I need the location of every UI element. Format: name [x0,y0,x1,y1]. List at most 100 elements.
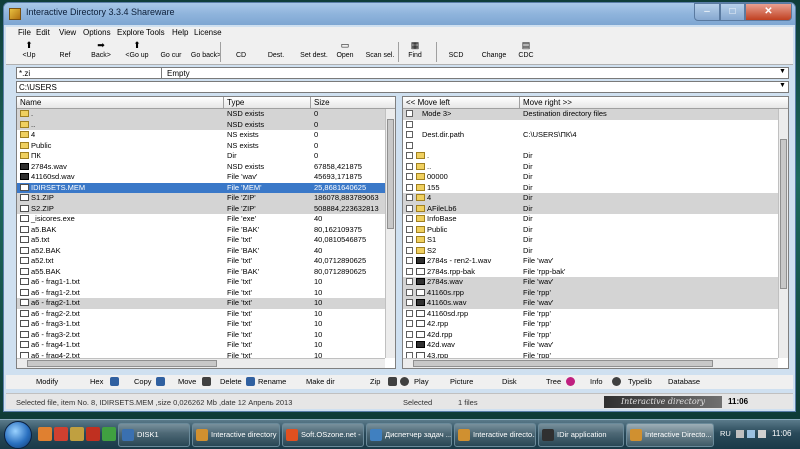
toolbar-button-8[interactable]: Set dest. [296,39,332,65]
mask-dropdown-icon[interactable]: ▼ [779,68,786,75]
column-header-name[interactable]: Name [17,97,224,109]
row-checkbox[interactable] [406,341,413,348]
file-row[interactable]: a5.txt File 'txt' 40,0810546875 [17,235,395,246]
dest-file-row[interactable] [403,120,788,131]
func-make-dir-button[interactable]: Make dir [306,377,335,386]
row-checkbox[interactable] [406,194,413,201]
left-vertical-scrollbar[interactable] [385,109,395,358]
toolbar-button-0[interactable]: ⬆ <Up [14,39,44,65]
title-bar[interactable]: Interactive Directory 3.3.4 Shareware – … [4,3,795,25]
menu-file[interactable]: File [18,28,31,37]
row-checkbox[interactable] [406,215,413,222]
row-checkbox[interactable] [406,120,413,128]
row-checkbox[interactable] [406,330,413,338]
row-checkbox[interactable] [406,152,413,159]
quicklaunch-icon-3[interactable] [70,427,84,441]
file-row[interactable]: a6 - frag3-1.txt File 'txt' 10 [17,319,395,330]
func-info-button[interactable]: Info [590,377,603,386]
row-checkbox[interactable] [406,204,413,212]
func-typelib-button[interactable]: Typelib [628,377,652,386]
dest-file-row[interactable]: 155 Dir [403,183,788,194]
func-zip-button[interactable]: Zip [370,377,380,386]
file-row[interactable]: . NSD exists 0 [17,109,395,120]
taskbar-item[interactable]: Interactive directo... [454,423,536,447]
maximize-button[interactable]: □ [720,3,745,21]
menu-explore[interactable]: Explore [117,28,144,37]
taskbar-item[interactable]: DISK1 [118,423,190,447]
toolbar-button-4[interactable]: Go cur [156,39,186,65]
func-move-button[interactable]: Move [178,377,196,386]
tray-network-icon[interactable] [747,430,755,438]
file-row[interactable]: a6 - frag3-2.txt File 'txt' 10 [17,330,395,341]
row-checkbox[interactable] [406,236,413,243]
menu-help[interactable]: Help [172,28,188,37]
file-row[interactable]: a6 - frag1-1.txt File 'txt' 10 [17,277,395,288]
taskbar-item[interactable]: Soft.OSzone.net - ... [282,423,364,447]
move-right-header[interactable]: Move right >> [520,97,788,109]
func-database-button[interactable]: Database [668,377,700,386]
file-row[interactable]: a52.BAK File 'BAK' 40 [17,246,395,257]
file-row[interactable]: S2.ZIP File 'ZIP' 508884,223632813 [17,203,395,214]
quicklaunch-icon-4[interactable] [86,427,100,441]
taskbar-item[interactable]: Диспетчер задач ... [366,423,452,447]
left-vscroll-thumb[interactable] [387,119,394,229]
right-vscroll-thumb[interactable] [780,139,787,289]
minimize-button[interactable]: – [694,3,720,21]
row-checkbox[interactable] [406,288,413,296]
file-row[interactable]: IDIRSETS.MEM File 'MEM' 25,8681640625 [17,182,395,193]
row-checkbox[interactable] [406,257,413,264]
quicklaunch-icon-5[interactable] [102,427,116,441]
dest-file-row[interactable]: S2 Dir [403,246,788,257]
dest-file-row[interactable]: 42.rpp File 'rpp' [403,319,788,330]
toolbar-button-10[interactable]: Scan sel. [362,39,398,65]
toolbar-button-5[interactable]: Go back> [188,39,224,65]
row-checkbox[interactable] [406,246,413,254]
file-row[interactable]: a6 - frag2-1.txt File 'txt' 10 [17,298,395,309]
dest-file-row[interactable] [403,141,788,152]
dest-file-row[interactable]: S1 Dir [403,235,788,246]
row-checkbox[interactable] [406,141,413,149]
func-tree-button[interactable]: Tree [546,377,561,386]
dest-file-row[interactable]: Mode 3> Destination directory files [403,109,788,120]
file-row[interactable]: 41160sd.wav File 'wav' 45693,171875 [17,172,395,183]
row-checkbox[interactable] [406,309,413,317]
dest-file-row[interactable]: 00000 Dir [403,172,788,183]
dest-file-row[interactable]: 2784s.rpp-bak File 'rpp-bak' [403,267,788,278]
dest-file-row[interactable]: 41160s.wav File 'wav' [403,298,788,309]
taskbar-item[interactable]: Interactive Directo... [626,423,714,447]
quicklaunch-icon-1[interactable] [38,427,52,441]
move-left-header[interactable]: << Move left [403,97,520,109]
mask-input[interactable]: *.zi [19,69,30,78]
menu-edit[interactable]: Edit [36,28,50,37]
file-row[interactable]: Public NS exists 0 [17,141,395,152]
toolbar-button-7[interactable]: Dest. [262,39,290,65]
func-hex-button[interactable]: Hex [90,377,103,386]
start-button[interactable] [4,421,32,449]
tray-volume-icon[interactable] [758,430,766,438]
file-row[interactable]: 4 NS exists 0 [17,130,395,141]
dest-file-row[interactable]: AFileLb6 Dir [403,203,788,214]
dest-file-row[interactable]: InfoBase Dir [403,214,788,225]
menu-view[interactable]: View [59,28,76,37]
right-horizontal-scrollbar[interactable] [403,358,778,368]
file-row[interactable]: a5.BAK File 'BAK' 80,162109375 [17,225,395,236]
func-rename-button[interactable]: Rename [258,377,286,386]
right-hscroll-thumb[interactable] [413,360,713,367]
dest-file-row[interactable]: 41160s.rpp File 'rpp' [403,287,788,298]
close-button[interactable]: ✕ [745,3,792,21]
dest-file-row[interactable]: 42d.wav File 'wav' [403,340,788,351]
toolbar-button-11[interactable]: ▦ Find [404,39,426,65]
row-checkbox[interactable] [406,299,413,306]
toolbar-button-13[interactable]: Change [478,39,510,65]
row-checkbox[interactable] [406,131,413,138]
toolbar-button-6[interactable]: CD [228,39,254,65]
quicklaunch-icon-2[interactable] [54,427,68,441]
row-checkbox[interactable] [406,320,413,327]
dest-file-row[interactable]: . Dir [403,151,788,162]
row-checkbox[interactable] [406,267,413,275]
func-delete-button[interactable]: Delete [220,377,242,386]
dest-file-row[interactable]: Dest.dir.path C:\USERS\ПК\4 [403,130,788,141]
file-row[interactable]: 2784s.wav NSD exists 67858,421875 [17,162,395,173]
toolbar-button-9[interactable]: ▭ Open [332,39,358,65]
dest-file-row[interactable]: .. Dir [403,162,788,173]
